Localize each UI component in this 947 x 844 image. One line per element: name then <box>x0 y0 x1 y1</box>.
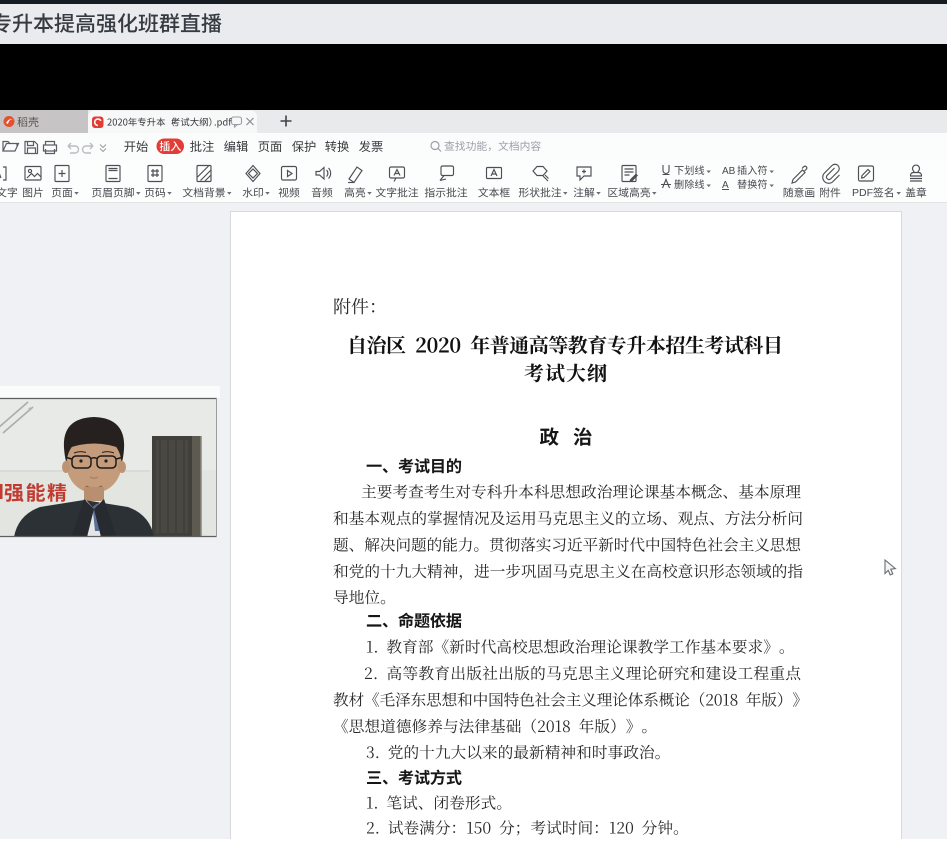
svg-text:PDF: PDF <box>852 187 873 199</box>
svg-text:AB: AB <box>722 166 736 177</box>
